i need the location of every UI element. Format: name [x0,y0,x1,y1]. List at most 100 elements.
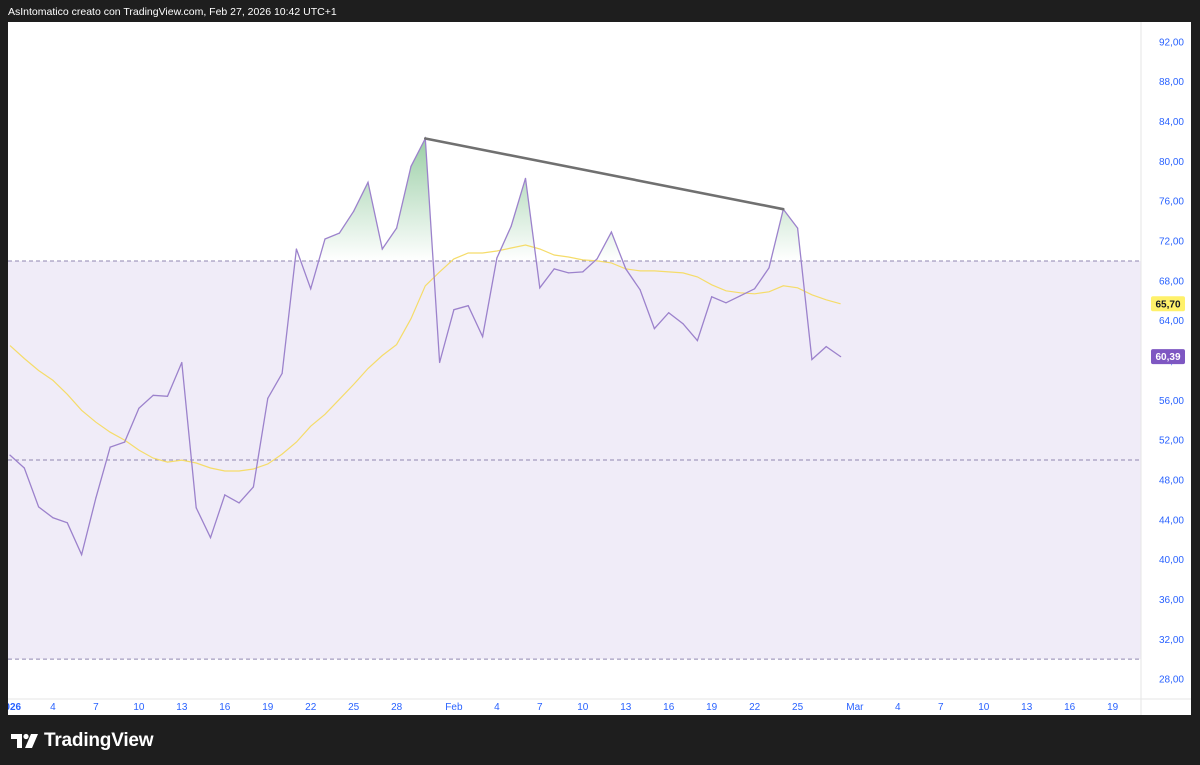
rsi-point [181,361,183,364]
rsi-point [396,227,398,229]
rsi-point [696,340,699,342]
rsi-point [811,358,813,361]
rsi-point [567,272,570,274]
x-tick-label: 19 [262,702,274,713]
x-tick-label: 10 [978,702,990,713]
rsi-point [553,268,555,270]
y-tick-label: 88,00 [1159,77,1184,88]
rsi-point [66,522,68,524]
x-tick-label: 13 [176,702,188,713]
y-tick-label: 72,00 [1159,237,1184,248]
rsi-point [338,232,340,234]
tradingview-logo-icon [11,733,38,748]
rsi-point [267,397,269,399]
x-tick-label: Feb [445,702,463,713]
x-tick-label: 22 [305,702,317,713]
x-tick-label: 16 [663,702,675,713]
rsi-point [410,165,412,167]
overbought-fill-4 [770,209,802,261]
rsi-point [252,486,254,488]
rsi-point [138,407,140,409]
y-tick-label: 32,00 [1159,635,1184,646]
rsi-point [653,328,656,330]
x-tick-label: 7 [93,702,99,713]
y-tick-label: 40,00 [1159,555,1184,566]
brand-name: TradingView [44,730,154,751]
rsi-point [381,248,383,250]
rsi-point [739,295,741,297]
y-tick-label: 76,00 [1159,197,1184,208]
y-tick-label: 48,00 [1159,475,1184,486]
rsi-point [725,302,727,304]
rsi-point [310,288,312,290]
chart-caption: AsInto​matico creato con TradingView.com… [8,6,337,18]
x-tick-label: 19 [1107,702,1119,713]
rsi-point [324,238,326,240]
rsi-point [768,267,770,269]
y-tick-label: 84,00 [1159,117,1184,128]
y-tick-label: 68,00 [1159,276,1184,287]
rsi-point [482,336,484,338]
rsi-point [539,287,541,289]
rsi-chart-panel[interactable]: 28,00 32,00 36,00 40,00 44,00 48,00 52,00 56,00… [8,22,1191,715]
rsi-point [453,309,455,311]
rsi-point [639,289,641,291]
rsi-point [23,467,25,469]
x-tick-label: 16 [219,702,231,713]
x-tick-label: 7 [938,702,944,713]
rsi-point [582,271,584,273]
x-tick-label: 4 [494,702,500,713]
tradingview-branding: TradingView [10,729,154,753]
rsi-point [209,537,212,539]
y-tick-label: 36,00 [1159,595,1184,606]
x-tick-label: 28 [391,702,403,713]
x-tick-label: 10 [133,702,145,713]
y-tick-label: 44,00 [1159,515,1184,526]
rsi-point [224,494,226,496]
x-tick-label: 4 [50,702,56,713]
y-tick-label: 64,00 [1159,316,1184,327]
rsi-point [625,268,627,270]
x-tick-label: 10 [577,702,589,713]
x-tick-label: 19 [706,702,718,713]
x-tick-label: 7 [537,702,543,713]
x-tick-label: 25 [348,702,360,713]
bearish-divergence-trendline [423,137,785,211]
rsi-point [38,506,40,508]
rsi-point [524,177,527,179]
rsi-point [510,225,512,227]
rsi-point [825,346,827,348]
rsi-point [439,361,441,364]
rsi-point [238,502,240,504]
rsi-point [467,305,469,307]
rsi-point [840,356,842,358]
rsi-point [281,372,283,374]
rsi-point [711,296,713,298]
rsi-point [754,288,756,290]
rsi-point [152,394,154,396]
x-tick-label: 13 [620,702,632,713]
rsi-point [797,227,799,229]
rsi-point [124,441,126,443]
rsi-point [682,323,684,325]
rsi-point [668,312,670,314]
y-tick-label: 28,00 [1159,675,1184,686]
x-tick-label: 16 [1064,702,1076,713]
y-tick-label: 52,00 [1159,436,1184,447]
rsi-point [95,497,97,499]
x-tick-label: 22 [749,702,761,713]
rsi-ma-last-value-badge: 65,70 [1155,299,1180,310]
rsi-point [9,454,11,456]
rsi-point [81,554,83,556]
rsi-chart[interactable]: 28,00 32,00 36,00 40,00 44,00 48,00 52,00 56,00… [8,22,1191,715]
rsi-point [353,210,355,212]
y-tick-label: 80,00 [1159,157,1184,168]
rsi-point [610,231,613,233]
y-tick-label: 92,00 [1159,37,1184,48]
x-tick-label: 13 [1021,702,1033,713]
rsi-point [166,395,169,397]
rsi-point [596,258,598,260]
rsi-point [295,248,297,250]
y-tick-label: 56,00 [1159,396,1184,407]
x-tick-label: 4 [895,702,901,713]
